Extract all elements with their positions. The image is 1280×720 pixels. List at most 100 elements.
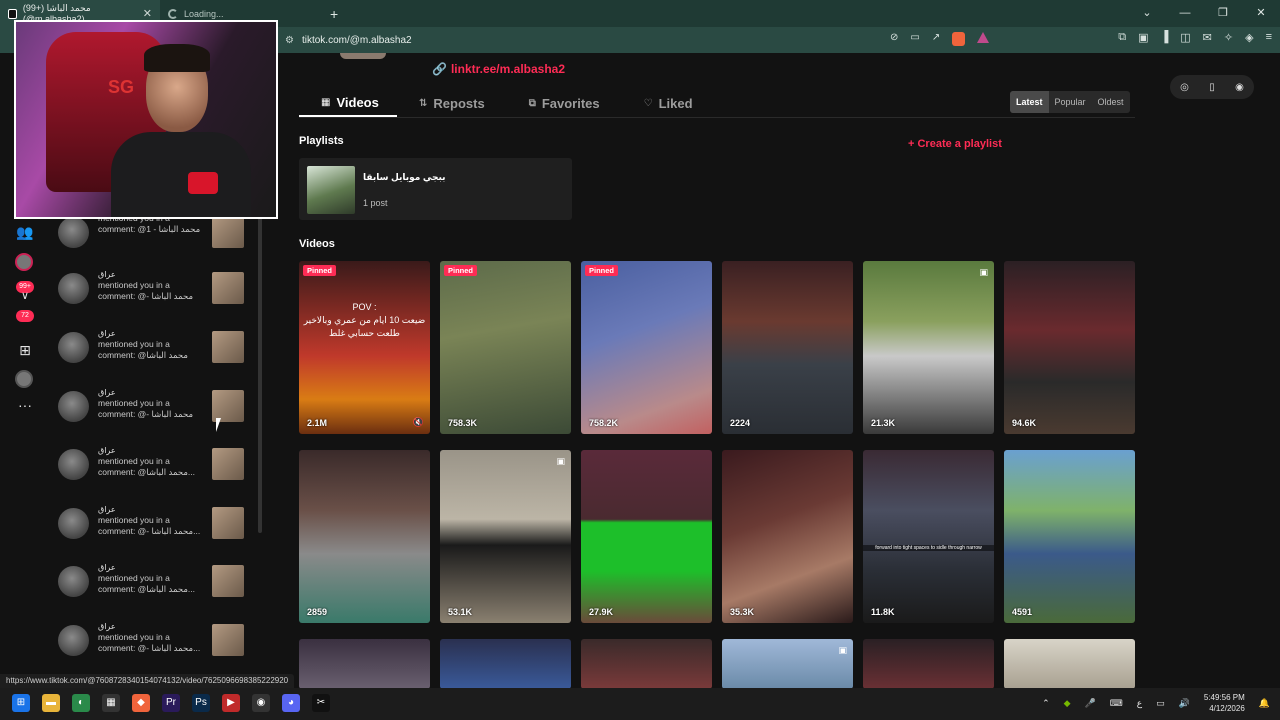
view-count: 53.1K: [448, 607, 473, 617]
video-thumbnail[interactable]: [212, 272, 244, 304]
list-item[interactable]: عراق mentioned you in a comment: @- محمد…: [58, 621, 248, 661]
brave-rewards-icon[interactable]: [977, 32, 990, 43]
activity-icon[interactable]: ∨: [16, 289, 34, 302]
file-explorer-icon[interactable]: ▬: [42, 694, 60, 712]
list-item[interactable]: عراق mentioned you in a comment: @- محمد…: [58, 269, 248, 309]
mic-icon[interactable]: 🎤: [1085, 698, 1096, 709]
network-icon[interactable]: ▭: [1156, 698, 1165, 709]
video-card[interactable]: Pinned 758.2K: [581, 261, 712, 434]
profile-link-text[interactable]: linktr.ee/m.albasha2: [451, 62, 565, 76]
tab-close-icon[interactable]: ✕: [143, 7, 152, 20]
video-card[interactable]: [863, 639, 994, 689]
share-icon[interactable]: ↗: [932, 32, 940, 46]
video-thumbnail[interactable]: [212, 448, 244, 480]
video-thumbnail[interactable]: [212, 565, 244, 597]
video-card[interactable]: ▣ 53.1K: [440, 450, 571, 623]
video-card[interactable]: 2224: [722, 261, 853, 434]
edge-icon[interactable]: ◐: [72, 694, 90, 712]
rewards-icon[interactable]: ✉: [1203, 31, 1212, 44]
more-icon[interactable]: ···: [16, 397, 34, 413]
tab-videos[interactable]: ▦ Videos: [299, 89, 397, 117]
video-thumbnail[interactable]: [212, 507, 244, 539]
menu-icon[interactable]: ≡: [1266, 31, 1272, 44]
list-item[interactable]: mentioned you in a comment: @1 - محمد ال…: [58, 213, 248, 253]
brave-shields-icon[interactable]: [952, 32, 966, 46]
cast-icon[interactable]: ▭: [910, 32, 919, 46]
list-item[interactable]: عراق mentioned you in a comment: @محمد ا…: [58, 328, 248, 368]
video-thumbnail[interactable]: [212, 624, 244, 656]
tab-label: Liked: [658, 95, 693, 111]
tab-liked[interactable]: ♡ Liked: [622, 89, 715, 117]
video-card[interactable]: 94.6K: [1004, 261, 1135, 434]
volume-icon[interactable]: 🔊: [1179, 698, 1190, 709]
profile-avatar[interactable]: [15, 370, 33, 388]
wallet-icon[interactable]: ◫: [1180, 31, 1190, 44]
vpn-icon[interactable]: ◈: [1245, 31, 1253, 44]
video-card[interactable]: Pinned POV : ضيعت 10 ايام من عمري وبالاخ…: [299, 261, 430, 434]
video-card[interactable]: ▣ 21.3K: [863, 261, 994, 434]
user-avatar-icon[interactable]: ◉: [1235, 82, 1244, 93]
live-avatar[interactable]: [15, 253, 33, 271]
video-card[interactable]: 2859: [299, 450, 430, 623]
media-app-icon[interactable]: ▶: [222, 694, 240, 712]
tab-favorites[interactable]: ⧉ Favorites: [507, 89, 622, 117]
video-card[interactable]: [440, 639, 571, 689]
video-card[interactable]: 27.9K: [581, 450, 712, 623]
keyboard-icon[interactable]: ⌨: [1110, 698, 1123, 709]
obs-icon[interactable]: ◉: [252, 694, 270, 712]
minimize-button[interactable]: —: [1166, 0, 1204, 27]
site-settings-icon[interactable]: ⚙: [285, 35, 294, 46]
leo-ai-icon[interactable]: ✧: [1224, 31, 1233, 44]
list-item[interactable]: عراق mentioned you in a comment: @- محمد…: [58, 504, 248, 544]
restore-button[interactable]: ❐: [1204, 0, 1242, 27]
taskbar-apps: ⊞ ▬ ◐ ▦ ◆ Pr Ps ▶ ◉ ◕ ✂: [12, 694, 330, 712]
create-playlist-button[interactable]: + Create a playlist: [908, 138, 1002, 150]
sort-oldest[interactable]: Oldest: [1092, 91, 1130, 113]
list-item[interactable]: عراق mentioned you in a comment: @محمد ا…: [58, 445, 248, 485]
tab-reposts[interactable]: ⇅ Reposts: [397, 89, 507, 117]
profile-link[interactable]: 🔗 linktr.ee/m.albasha2: [432, 62, 565, 76]
sort-latest[interactable]: Latest: [1010, 91, 1049, 113]
sidebar-icon[interactable]: ▐: [1160, 31, 1168, 44]
tab-search-icon[interactable]: ⌄: [1128, 0, 1166, 27]
tab-groups-icon[interactable]: ▣: [1138, 31, 1148, 44]
mute-icon[interactable]: 🔇: [413, 417, 424, 428]
video-card[interactable]: Pinned 758.3K: [440, 261, 571, 434]
close-window-button[interactable]: ✕: [1242, 0, 1280, 27]
sort-popular[interactable]: Popular: [1049, 91, 1092, 113]
clock[interactable]: 5:49:56 PM 4/12/2026: [1204, 692, 1245, 714]
upload-icon[interactable]: ⊞: [16, 342, 34, 359]
premiere-icon[interactable]: Pr: [162, 694, 180, 712]
notification-user: عراق: [98, 446, 116, 455]
no-tracking-icon[interactable]: ⊘: [890, 32, 898, 46]
playlist-card[interactable]: ببجي موبايل سابقا 1 post: [299, 158, 572, 220]
tray-chevron-icon[interactable]: ⌃: [1042, 698, 1050, 709]
discord-icon[interactable]: ◕: [282, 694, 300, 712]
video-card[interactable]: [581, 639, 712, 689]
phone-icon[interactable]: ▯: [1209, 82, 1215, 93]
tiktok-favicon-icon: [8, 8, 17, 19]
extensions-icon[interactable]: ⧉: [1118, 31, 1126, 44]
video-card[interactable]: forward into tight spaces to sidle throu…: [863, 450, 994, 623]
following-icon[interactable]: 👥: [16, 224, 34, 241]
video-card[interactable]: [1004, 639, 1135, 689]
capcut-icon[interactable]: ✂: [312, 694, 330, 712]
compass-icon[interactable]: ◎: [1180, 82, 1189, 93]
video-card[interactable]: 35.3K: [722, 450, 853, 623]
new-tab-button[interactable]: +: [320, 6, 348, 22]
notifications-icon[interactable]: 🔔: [1259, 698, 1270, 709]
list-item[interactable]: عراق mentioned you in a comment: @محمد ا…: [58, 562, 248, 602]
url-text[interactable]: tiktok.com/@m.albasha2: [302, 35, 412, 46]
video-card[interactable]: ▣: [722, 639, 853, 689]
brave-icon[interactable]: ◆: [132, 694, 150, 712]
video-thumbnail[interactable]: [212, 331, 244, 363]
notifications-scrollbar[interactable]: [258, 213, 262, 533]
video-card[interactable]: 4591: [1004, 450, 1135, 623]
nvidia-icon[interactable]: ◆: [1064, 698, 1071, 709]
photoshop-icon[interactable]: Ps: [192, 694, 210, 712]
video-thumbnail[interactable]: [212, 216, 244, 248]
store-icon[interactable]: ▦: [102, 694, 120, 712]
video-card[interactable]: [299, 639, 430, 689]
start-icon[interactable]: ⊞: [12, 694, 30, 712]
language-indicator[interactable]: ع: [1137, 698, 1142, 709]
